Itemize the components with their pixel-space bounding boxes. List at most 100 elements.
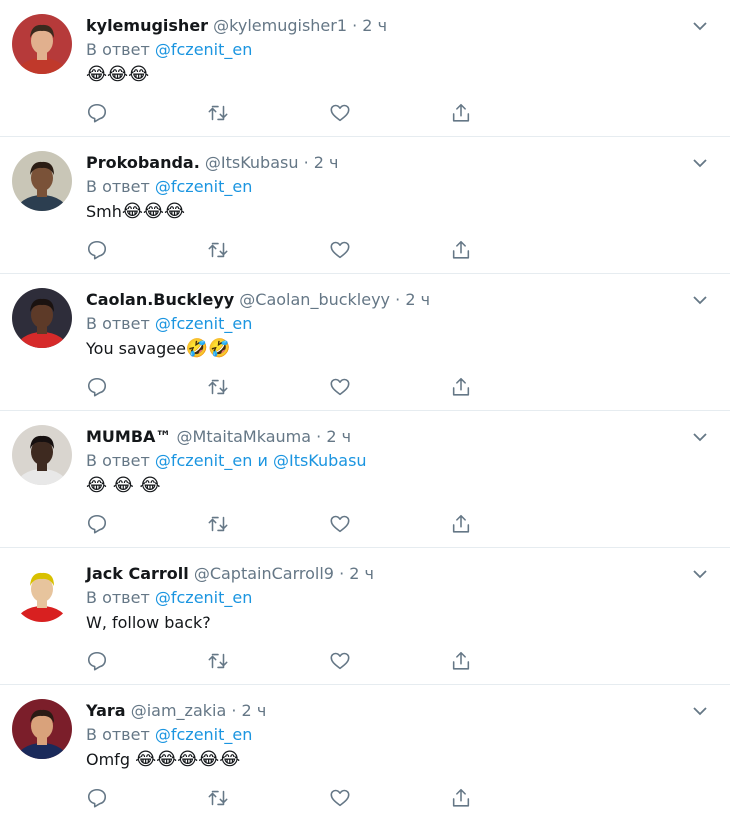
retweet-icon[interactable] — [207, 787, 229, 809]
display-name[interactable]: Prokobanda. — [86, 153, 200, 172]
tweet-emoji: 🤣🤣 — [185, 338, 231, 359]
user-handle[interactable]: @Caolan_buckleyy — [239, 290, 390, 309]
separator-dot: · — [395, 290, 401, 309]
avatar[interactable] — [12, 425, 72, 485]
tweet[interactable]: kylemugisher @kylemugisher1 · 2 ч В отве… — [0, 0, 730, 137]
tweet-header: Caolan.Buckleyy @Caolan_buckleyy · 2 ч — [86, 288, 700, 312]
tweet[interactable]: Yara @iam_zakia · 2 ч В ответ @fczenit_e… — [0, 685, 730, 822]
tweet-emoji: 😂 😂 😂 — [86, 475, 161, 496]
tweet-header: Yara @iam_zakia · 2 ч — [86, 699, 700, 723]
display-name[interactable]: kylemugisher — [86, 16, 208, 35]
user-handle[interactable]: @MtaitaMkauma — [177, 427, 312, 446]
separator-dot: · — [303, 153, 309, 172]
display-name[interactable]: MUMBA™ — [86, 427, 171, 446]
tweet[interactable]: Caolan.Buckleyy @Caolan_buckleyy · 2 ч В… — [0, 274, 730, 411]
mention-link[interactable]: @fczenit_en — [155, 314, 253, 333]
share-icon[interactable] — [450, 650, 472, 672]
reply-icon[interactable] — [86, 376, 108, 398]
retweet-icon[interactable] — [207, 102, 229, 124]
retweet-icon[interactable] — [207, 650, 229, 672]
timestamp[interactable]: 2 ч — [362, 16, 387, 35]
share-icon[interactable] — [450, 787, 472, 809]
chevron-down-icon[interactable] — [692, 155, 708, 171]
tweet-header: Jack Carroll @CaptainCarroll9 · 2 ч — [86, 562, 700, 586]
tweet-emoji: 😂😂😂 — [86, 64, 150, 85]
separator-dot: · — [352, 16, 358, 35]
share-icon[interactable] — [450, 513, 472, 535]
like-icon[interactable] — [329, 650, 351, 672]
like-icon[interactable] — [329, 787, 351, 809]
chevron-down-icon[interactable] — [692, 18, 708, 34]
like-icon[interactable] — [329, 102, 351, 124]
user-handle[interactable]: @kylemugisher1 — [213, 16, 347, 35]
display-name[interactable]: Caolan.Buckleyy — [86, 290, 234, 309]
tweet[interactable]: MUMBA™ @MtaitaMkauma · 2 ч В ответ @fcze… — [0, 411, 730, 548]
avatar[interactable] — [12, 699, 72, 759]
reply-prefix: В ответ — [86, 314, 150, 333]
separator-dot: · — [339, 564, 345, 583]
timestamp[interactable]: 2 ч — [314, 153, 339, 172]
tweet-text-body: You savagee — [86, 339, 186, 358]
replying-to: В ответ @fczenit_en — [86, 723, 700, 747]
replying-to: В ответ @fczenit_en и @ItsKubasu — [86, 449, 700, 473]
mention-link[interactable]: @fczenit_en — [155, 725, 253, 744]
separator-dot: · — [231, 701, 237, 720]
share-icon[interactable] — [450, 239, 472, 261]
tweet-text: You savagee🤣🤣 — [86, 336, 700, 362]
mention-link[interactable]: @ItsKubasu — [273, 451, 367, 470]
avatar[interactable] — [12, 562, 72, 622]
reply-prefix: В ответ — [86, 588, 150, 607]
timestamp[interactable]: 2 ч — [405, 290, 430, 309]
chevron-down-icon[interactable] — [692, 703, 708, 719]
user-handle[interactable]: @ItsKubasu — [205, 153, 299, 172]
like-icon[interactable] — [329, 376, 351, 398]
chevron-down-icon[interactable] — [692, 292, 708, 308]
separator-dot: · — [316, 427, 322, 446]
tweet-header: kylemugisher @kylemugisher1 · 2 ч — [86, 14, 700, 38]
reply-icon[interactable] — [86, 513, 108, 535]
retweet-icon[interactable] — [207, 239, 229, 261]
timestamp[interactable]: 2 ч — [326, 427, 351, 446]
reply-icon[interactable] — [86, 650, 108, 672]
avatar[interactable] — [12, 151, 72, 211]
reply-icon[interactable] — [86, 239, 108, 261]
share-icon[interactable] — [450, 102, 472, 124]
tweet-header: MUMBA™ @MtaitaMkauma · 2 ч — [86, 425, 700, 449]
retweet-icon[interactable] — [207, 376, 229, 398]
avatar[interactable] — [12, 288, 72, 348]
tweet-emoji: 😂😂😂😂😂 — [135, 749, 241, 770]
mention-conjunction: и — [257, 451, 268, 470]
tweet-text-body: Smh — [86, 202, 122, 221]
reply-icon[interactable] — [86, 102, 108, 124]
tweet[interactable]: Jack Carroll @CaptainCarroll9 · 2 ч В от… — [0, 548, 730, 685]
tweet-emoji: 😂😂😂 — [121, 201, 185, 222]
replying-to: В ответ @fczenit_en — [86, 312, 700, 336]
user-handle[interactable]: @iam_zakia — [131, 701, 227, 720]
display-name[interactable]: Jack Carroll — [86, 564, 189, 583]
reply-prefix: В ответ — [86, 177, 150, 196]
mention-link[interactable]: @fczenit_en — [155, 40, 253, 59]
reply-icon[interactable] — [86, 787, 108, 809]
chevron-down-icon[interactable] — [692, 566, 708, 582]
mention-link[interactable]: @fczenit_en — [155, 588, 253, 607]
display-name[interactable]: Yara — [86, 701, 126, 720]
retweet-icon[interactable] — [207, 513, 229, 535]
tweet-text: Smh😂😂😂 — [86, 199, 700, 225]
reply-feed: kylemugisher @kylemugisher1 · 2 ч В отве… — [0, 0, 730, 822]
tweet-text-body: Omfg — [86, 750, 136, 769]
like-icon[interactable] — [329, 513, 351, 535]
mention-link[interactable]: @fczenit_en — [155, 177, 253, 196]
tweet-text: W, follow back? — [86, 610, 700, 636]
user-handle[interactable]: @CaptainCarroll9 — [194, 564, 334, 583]
share-icon[interactable] — [450, 376, 472, 398]
tweet-header: Prokobanda. @ItsKubasu · 2 ч — [86, 151, 700, 175]
reply-prefix: В ответ — [86, 451, 150, 470]
reply-prefix: В ответ — [86, 725, 150, 744]
mention-link[interactable]: @fczenit_en — [155, 451, 253, 470]
chevron-down-icon[interactable] — [692, 429, 708, 445]
timestamp[interactable]: 2 ч — [242, 701, 267, 720]
avatar[interactable] — [12, 14, 72, 74]
timestamp[interactable]: 2 ч — [349, 564, 374, 583]
like-icon[interactable] — [329, 239, 351, 261]
tweet[interactable]: Prokobanda. @ItsKubasu · 2 ч В ответ @fc… — [0, 137, 730, 274]
